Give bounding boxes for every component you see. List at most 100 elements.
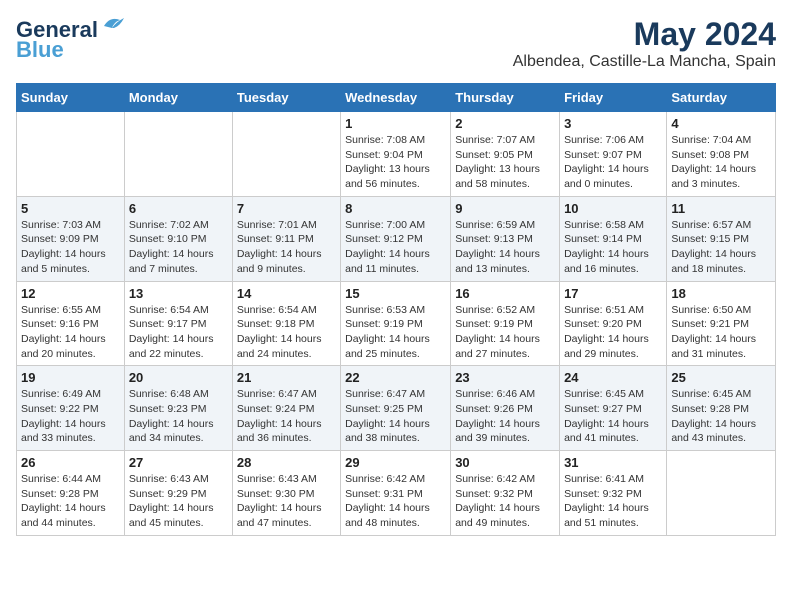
day-info: Sunrise: 7:04 AMSunset: 9:08 PMDaylight:… (671, 133, 771, 192)
day-number: 29 (345, 455, 446, 470)
calendar-cell: 10 Sunrise: 6:58 AMSunset: 9:14 PMDayligh… (560, 196, 667, 281)
day-number: 17 (564, 286, 662, 301)
calendar-cell: 30 Sunrise: 6:42 AMSunset: 9:32 PMDayligh… (451, 451, 560, 536)
logo-blue: Blue (16, 37, 64, 63)
day-info: Sunrise: 6:45 AMSunset: 9:27 PMDaylight:… (564, 387, 662, 446)
calendar-cell: 11 Sunrise: 6:57 AMSunset: 9:15 PMDayligh… (667, 196, 776, 281)
calendar-cell: 13 Sunrise: 6:54 AMSunset: 9:17 PMDayligh… (124, 281, 232, 366)
day-number: 9 (455, 201, 555, 216)
calendar-cell: 9Sunrise: 6:59 AMSunset: 9:13 PMDaylight… (451, 196, 560, 281)
calendar-week-row: 1 Sunrise: 7:08 AMSunset: 9:04 PMDaylight… (17, 112, 776, 197)
column-header-friday: Friday (560, 84, 667, 112)
day-number: 14 (237, 286, 336, 301)
day-info: Sunrise: 7:03 AMSunset: 9:09 PMDaylight:… (21, 218, 120, 277)
calendar-cell: 1 Sunrise: 7:08 AMSunset: 9:04 PMDaylight… (341, 112, 451, 197)
day-number: 13 (129, 286, 228, 301)
day-info: Sunrise: 6:53 AMSunset: 9:19 PMDaylight:… (345, 303, 446, 362)
day-info: Sunrise: 6:45 AMSunset: 9:28 PMDaylight:… (671, 387, 771, 446)
column-header-saturday: Saturday (667, 84, 776, 112)
day-number: 21 (237, 370, 336, 385)
day-info: Sunrise: 6:46 AMSunset: 9:26 PMDaylight:… (455, 387, 555, 446)
column-header-wednesday: Wednesday (341, 84, 451, 112)
day-number: 22 (345, 370, 446, 385)
day-info: Sunrise: 6:42 AMSunset: 9:31 PMDaylight:… (345, 472, 446, 531)
day-number: 25 (671, 370, 771, 385)
day-info: Sunrise: 6:48 AMSunset: 9:23 PMDaylight:… (129, 387, 228, 446)
calendar-cell: 27 Sunrise: 6:43 AMSunset: 9:29 PMDayligh… (124, 451, 232, 536)
calendar-cell: 20 Sunrise: 6:48 AMSunset: 9:23 PMDayligh… (124, 366, 232, 451)
calendar-cell: 12 Sunrise: 6:55 AMSunset: 9:16 PMDayligh… (17, 281, 125, 366)
day-number: 26 (21, 455, 120, 470)
title-section: May 2024 Albendea, Castille-La Mancha, S… (513, 16, 776, 71)
calendar-cell: 16 Sunrise: 6:52 AMSunset: 9:19 PMDayligh… (451, 281, 560, 366)
calendar-cell: 7 Sunrise: 7:01 AMSunset: 9:11 PMDaylight… (232, 196, 340, 281)
calendar-week-row: 26 Sunrise: 6:44 AMSunset: 9:28 PMDayligh… (17, 451, 776, 536)
calendar-cell: 24 Sunrise: 6:45 AMSunset: 9:27 PMDayligh… (560, 366, 667, 451)
day-number: 1 (345, 116, 446, 131)
calendar-cell: 19 Sunrise: 6:49 AMSunset: 9:22 PMDayligh… (17, 366, 125, 451)
calendar-week-row: 12 Sunrise: 6:55 AMSunset: 9:16 PMDayligh… (17, 281, 776, 366)
day-number: 16 (455, 286, 555, 301)
day-info: Sunrise: 7:07 AMSunset: 9:05 PMDaylight:… (455, 133, 555, 192)
column-header-tuesday: Tuesday (232, 84, 340, 112)
calendar-cell: 18 Sunrise: 6:50 AMSunset: 9:21 PMDayligh… (667, 281, 776, 366)
subtitle: Albendea, Castille-La Mancha, Spain (513, 53, 776, 71)
day-info: Sunrise: 7:01 AMSunset: 9:11 PMDaylight:… (237, 218, 336, 277)
calendar-body: 1 Sunrise: 7:08 AMSunset: 9:04 PMDaylight… (17, 112, 776, 536)
column-header-monday: Monday (124, 84, 232, 112)
day-info: Sunrise: 6:41 AMSunset: 9:32 PMDaylight:… (564, 472, 662, 531)
day-number: 28 (237, 455, 336, 470)
column-header-thursday: Thursday (451, 84, 560, 112)
day-info: Sunrise: 6:50 AMSunset: 9:21 PMDaylight:… (671, 303, 771, 362)
day-number: 7 (237, 201, 336, 216)
day-info: Sunrise: 6:42 AMSunset: 9:32 PMDaylight:… (455, 472, 555, 531)
main-title: May 2024 (513, 16, 776, 53)
calendar-cell: 28Sunrise: 6:43 AMSunset: 9:30 PMDayligh… (232, 451, 340, 536)
calendar-cell: 4 Sunrise: 7:04 AMSunset: 9:08 PMDaylight… (667, 112, 776, 197)
logo: General Blue (16, 16, 128, 63)
day-number: 10 (564, 201, 662, 216)
day-number: 3 (564, 116, 662, 131)
day-number: 24 (564, 370, 662, 385)
day-info: Sunrise: 6:54 AMSunset: 9:18 PMDaylight:… (237, 303, 336, 362)
day-number: 2 (455, 116, 555, 131)
calendar-cell: 2 Sunrise: 7:07 AMSunset: 9:05 PMDaylight… (451, 112, 560, 197)
day-info: Sunrise: 6:55 AMSunset: 9:16 PMDaylight:… (21, 303, 120, 362)
day-info: Sunrise: 6:49 AMSunset: 9:22 PMDaylight:… (21, 387, 120, 446)
day-info: Sunrise: 6:57 AMSunset: 9:15 PMDaylight:… (671, 218, 771, 277)
calendar-cell: 26 Sunrise: 6:44 AMSunset: 9:28 PMDayligh… (17, 451, 125, 536)
day-info: Sunrise: 6:44 AMSunset: 9:28 PMDaylight:… (21, 472, 120, 531)
day-info: Sunrise: 6:52 AMSunset: 9:19 PMDaylight:… (455, 303, 555, 362)
day-number: 15 (345, 286, 446, 301)
day-number: 18 (671, 286, 771, 301)
calendar-cell: 6Sunrise: 7:02 AMSunset: 9:10 PMDaylight… (124, 196, 232, 281)
day-number: 20 (129, 370, 228, 385)
calendar-cell: 5Sunrise: 7:03 AMSunset: 9:09 PMDaylight… (17, 196, 125, 281)
calendar-cell (667, 451, 776, 536)
day-info: Sunrise: 7:02 AMSunset: 9:10 PMDaylight:… (129, 218, 228, 277)
day-number: 30 (455, 455, 555, 470)
day-number: 11 (671, 201, 771, 216)
day-number: 23 (455, 370, 555, 385)
day-info: Sunrise: 6:58 AMSunset: 9:14 PMDaylight:… (564, 218, 662, 277)
day-info: Sunrise: 7:08 AMSunset: 9:04 PMDaylight:… (345, 133, 446, 192)
calendar-header-row: SundayMondayTuesdayWednesdayThursdayFrid… (17, 84, 776, 112)
calendar-cell (124, 112, 232, 197)
day-number: 4 (671, 116, 771, 131)
calendar-cell: 8 Sunrise: 7:00 AMSunset: 9:12 PMDaylight… (341, 196, 451, 281)
day-info: Sunrise: 6:54 AMSunset: 9:17 PMDaylight:… (129, 303, 228, 362)
day-info: Sunrise: 6:43 AMSunset: 9:29 PMDaylight:… (129, 472, 228, 531)
day-number: 19 (21, 370, 120, 385)
day-number: 8 (345, 201, 446, 216)
calendar-cell: 3Sunrise: 7:06 AMSunset: 9:07 PMDaylight… (560, 112, 667, 197)
column-header-sunday: Sunday (17, 84, 125, 112)
calendar-cell (17, 112, 125, 197)
day-number: 27 (129, 455, 228, 470)
logo-bird-icon (100, 12, 128, 34)
calendar-cell (232, 112, 340, 197)
day-number: 31 (564, 455, 662, 470)
calendar-cell: 22Sunrise: 6:47 AMSunset: 9:25 PMDayligh… (341, 366, 451, 451)
day-info: Sunrise: 7:00 AMSunset: 9:12 PMDaylight:… (345, 218, 446, 277)
calendar-cell: 17Sunrise: 6:51 AMSunset: 9:20 PMDayligh… (560, 281, 667, 366)
day-number: 12 (21, 286, 120, 301)
